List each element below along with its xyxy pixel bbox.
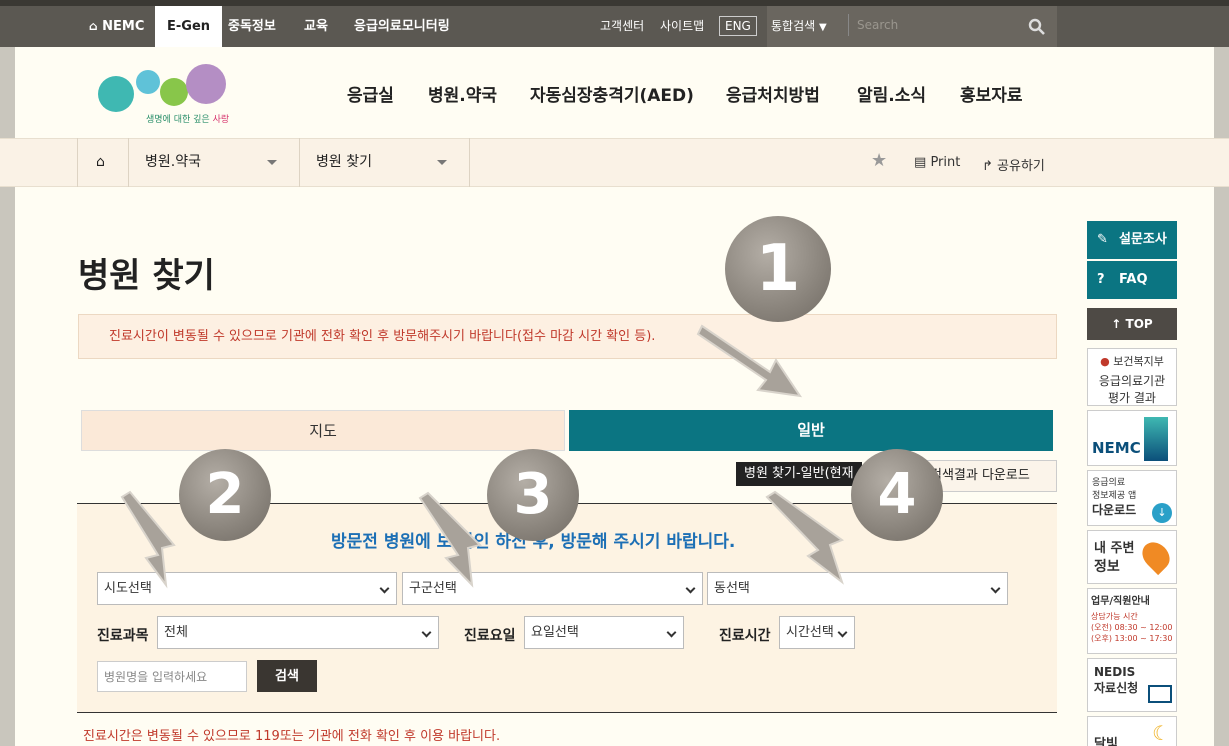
annotation-4: 4: [851, 449, 943, 541]
annotation-arrows: [120, 324, 845, 589]
annotation-3: 3: [487, 449, 579, 541]
annotation-1: 1: [725, 216, 831, 322]
annotation-2: 2: [179, 449, 271, 541]
